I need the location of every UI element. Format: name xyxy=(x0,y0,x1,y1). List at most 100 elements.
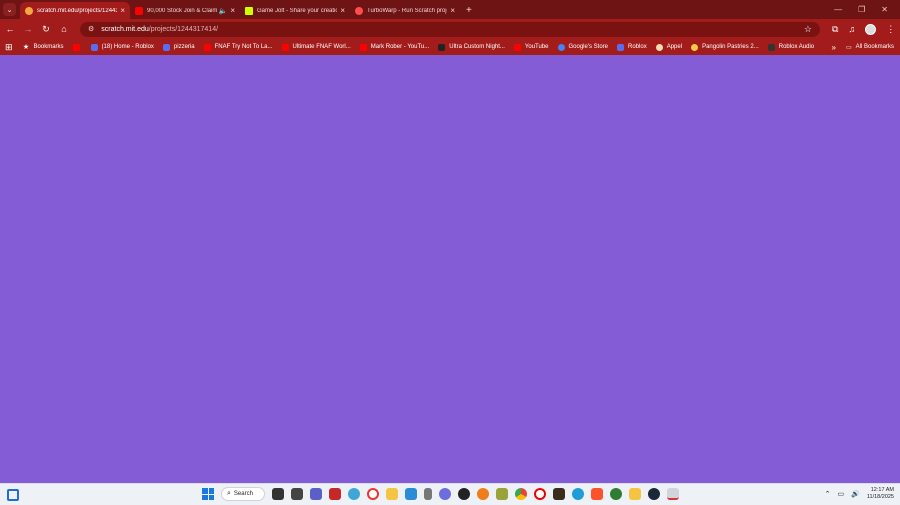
yellow-app-icon[interactable] xyxy=(629,488,641,500)
copilot-icon[interactable] xyxy=(348,488,360,500)
bookmark-item[interactable]: Roblox xyxy=(617,43,647,51)
restore-icon[interactable]: ❐ xyxy=(858,5,865,14)
close-icon[interactable]: × xyxy=(450,6,455,15)
usb-icon[interactable] xyxy=(424,488,432,500)
forward-arrow-icon[interactable]: → xyxy=(20,24,36,34)
brave-icon[interactable] xyxy=(591,488,603,500)
speaker-icon[interactable]: 🔈 xyxy=(219,7,228,15)
bookmark-item[interactable] xyxy=(72,43,84,51)
search-icon: ⌕ xyxy=(227,490,231,497)
opera-gx-icon[interactable] xyxy=(367,488,379,500)
bookmark-item[interactable]: Ultra Custom Night... xyxy=(438,43,505,51)
back-arrow-icon[interactable]: ← xyxy=(2,24,18,34)
gamejolt-favicon-icon xyxy=(245,6,253,15)
system-tray: ⌃ ▭ 🔊 12:17 AM 11/18/2025 xyxy=(825,487,894,501)
shield-icon[interactable] xyxy=(496,488,508,500)
media-icon[interactable]: ♫ xyxy=(848,24,855,34)
chevron-up-icon[interactable]: ⌃ xyxy=(825,490,831,498)
bookmark-label: Roblox xyxy=(628,44,647,50)
chevron-down-icon: ⌄ xyxy=(6,6,13,14)
bookmark-item[interactable]: Ultimate FNAF Worl... xyxy=(281,43,351,51)
more-bookmarks-button[interactable]: » xyxy=(832,43,836,52)
tab-title: Game Jolt - Share your creations xyxy=(257,7,338,14)
bookmark-star-icon[interactable]: ☆ xyxy=(804,24,812,35)
bookmark-item[interactable]: ★ Bookmarks xyxy=(22,43,64,51)
reload-icon[interactable]: ↻ xyxy=(38,24,54,35)
green-app-icon[interactable] xyxy=(610,488,622,500)
roblox-icon xyxy=(767,43,775,51)
page-content[interactable] xyxy=(0,55,900,483)
browser-toolbar: ← → ↻ ⌂ ⚙ scratch.mit.edu /projects/1244… xyxy=(0,19,900,39)
egg-icon xyxy=(655,43,663,51)
minimize-icon[interactable]: — xyxy=(834,5,842,14)
chrome-icon[interactable] xyxy=(515,488,527,500)
roblox-icon xyxy=(90,43,98,51)
paint-icon[interactable] xyxy=(439,488,451,500)
extensions-icon[interactable]: ⧉ xyxy=(832,24,838,35)
taskbar-search[interactable]: ⌕ Search xyxy=(221,487,265,501)
tab-gamejolt[interactable]: Game Jolt - Share your creations × xyxy=(240,2,350,19)
site-info-icon[interactable]: ⚙ xyxy=(88,25,94,33)
youtube-icon xyxy=(203,43,211,51)
bookmark-item[interactable]: Mark Rober - YouTu... xyxy=(359,43,430,51)
bookmark-item[interactable]: Appel xyxy=(655,43,682,51)
new-tab-button[interactable]: + xyxy=(466,5,472,16)
address-bar[interactable]: ⚙ scratch.mit.edu /projects/1244317414/ … xyxy=(80,21,820,37)
windows-start-icon[interactable] xyxy=(202,488,214,500)
bookmark-item[interactable]: (18) Home - Roblox xyxy=(90,43,154,51)
store-icon[interactable] xyxy=(405,488,417,500)
widgets-icon[interactable] xyxy=(7,488,19,501)
all-bookmarks-button[interactable]: ▭ All Bookmarks xyxy=(846,44,894,51)
tab-scratch[interactable]: scratch.mit.edu/projects/1244317414/ × xyxy=(20,2,130,19)
firefox-icon[interactable] xyxy=(477,488,489,500)
bookmark-item[interactable]: pizzeria xyxy=(162,43,195,51)
clock[interactable]: 12:17 AM 11/18/2025 xyxy=(867,487,894,501)
dark-app-icon[interactable] xyxy=(291,488,303,500)
task-view-icon[interactable] xyxy=(272,488,284,500)
volume-icon[interactable]: 🔊 xyxy=(851,490,860,498)
toolbar-icons: ⧉ ♫ ⋮ xyxy=(832,23,895,35)
tab-turbowarp[interactable]: TurboWarp - Run Scratch projects × xyxy=(350,2,460,19)
apps-grid-icon[interactable]: ⊞ xyxy=(5,42,13,53)
tab-strip: ⌄ scratch.mit.edu/projects/1244317414/ ×… xyxy=(0,0,900,19)
close-icon[interactable]: × xyxy=(340,6,345,15)
youtube-favicon-icon xyxy=(135,6,143,15)
pangolin-icon xyxy=(691,43,699,51)
edge-icon[interactable] xyxy=(572,488,584,500)
close-window-icon[interactable]: ✕ xyxy=(881,5,888,14)
tab-title: TurboWarp - Run Scratch projects xyxy=(367,7,447,14)
bookmark-label: FNAF Try Not To La... xyxy=(214,44,273,50)
game-icon[interactable] xyxy=(553,488,565,500)
menu-kebab-icon[interactable]: ⋮ xyxy=(886,24,895,35)
opera-icon[interactable] xyxy=(534,488,546,500)
snipping-tool-icon[interactable] xyxy=(667,488,679,500)
bookmark-label: (18) Home - Roblox xyxy=(101,44,154,50)
red-app-icon[interactable] xyxy=(329,488,341,500)
window-controls: — ❐ ✕ xyxy=(834,5,900,14)
clock-time: 12:17 AM xyxy=(870,487,894,493)
chat-icon[interactable] xyxy=(310,488,322,500)
youtube-icon xyxy=(72,43,80,51)
roblox-icon xyxy=(617,43,625,51)
bookmark-item[interactable]: Roblox Audio xyxy=(767,43,814,51)
bookmark-item[interactable]: Google's Store xyxy=(557,43,608,51)
clock-date: 11/18/2025 xyxy=(866,494,894,500)
turbowarp-favicon-icon xyxy=(355,6,363,15)
bookmarks-right: » ▭ All Bookmarks xyxy=(832,43,900,52)
bookmark-label: Mark Rober - YouTu... xyxy=(370,44,430,50)
network-icon[interactable]: ▭ xyxy=(838,490,845,498)
tab-youtube[interactable]: 90,000 Stock Join & Claim 🔈 × xyxy=(130,2,240,19)
home-icon[interactable]: ⌂ xyxy=(56,24,72,34)
file-explorer-icon[interactable] xyxy=(386,488,398,500)
bookmark-item[interactable]: FNAF Try Not To La... xyxy=(203,43,273,51)
steam-icon[interactable] xyxy=(648,488,660,500)
close-icon[interactable]: × xyxy=(230,6,235,15)
youtube-icon xyxy=(513,43,521,51)
github-icon[interactable] xyxy=(458,488,470,500)
bookmark-item[interactable]: YouTube xyxy=(513,43,549,51)
bookmark-item[interactable]: Pangolin Pastries 2... xyxy=(691,43,759,51)
tab-search-button[interactable]: ⌄ xyxy=(3,3,16,16)
close-icon[interactable]: × xyxy=(120,6,125,15)
profile-avatar[interactable] xyxy=(865,23,877,35)
roblox-icon xyxy=(162,43,170,51)
